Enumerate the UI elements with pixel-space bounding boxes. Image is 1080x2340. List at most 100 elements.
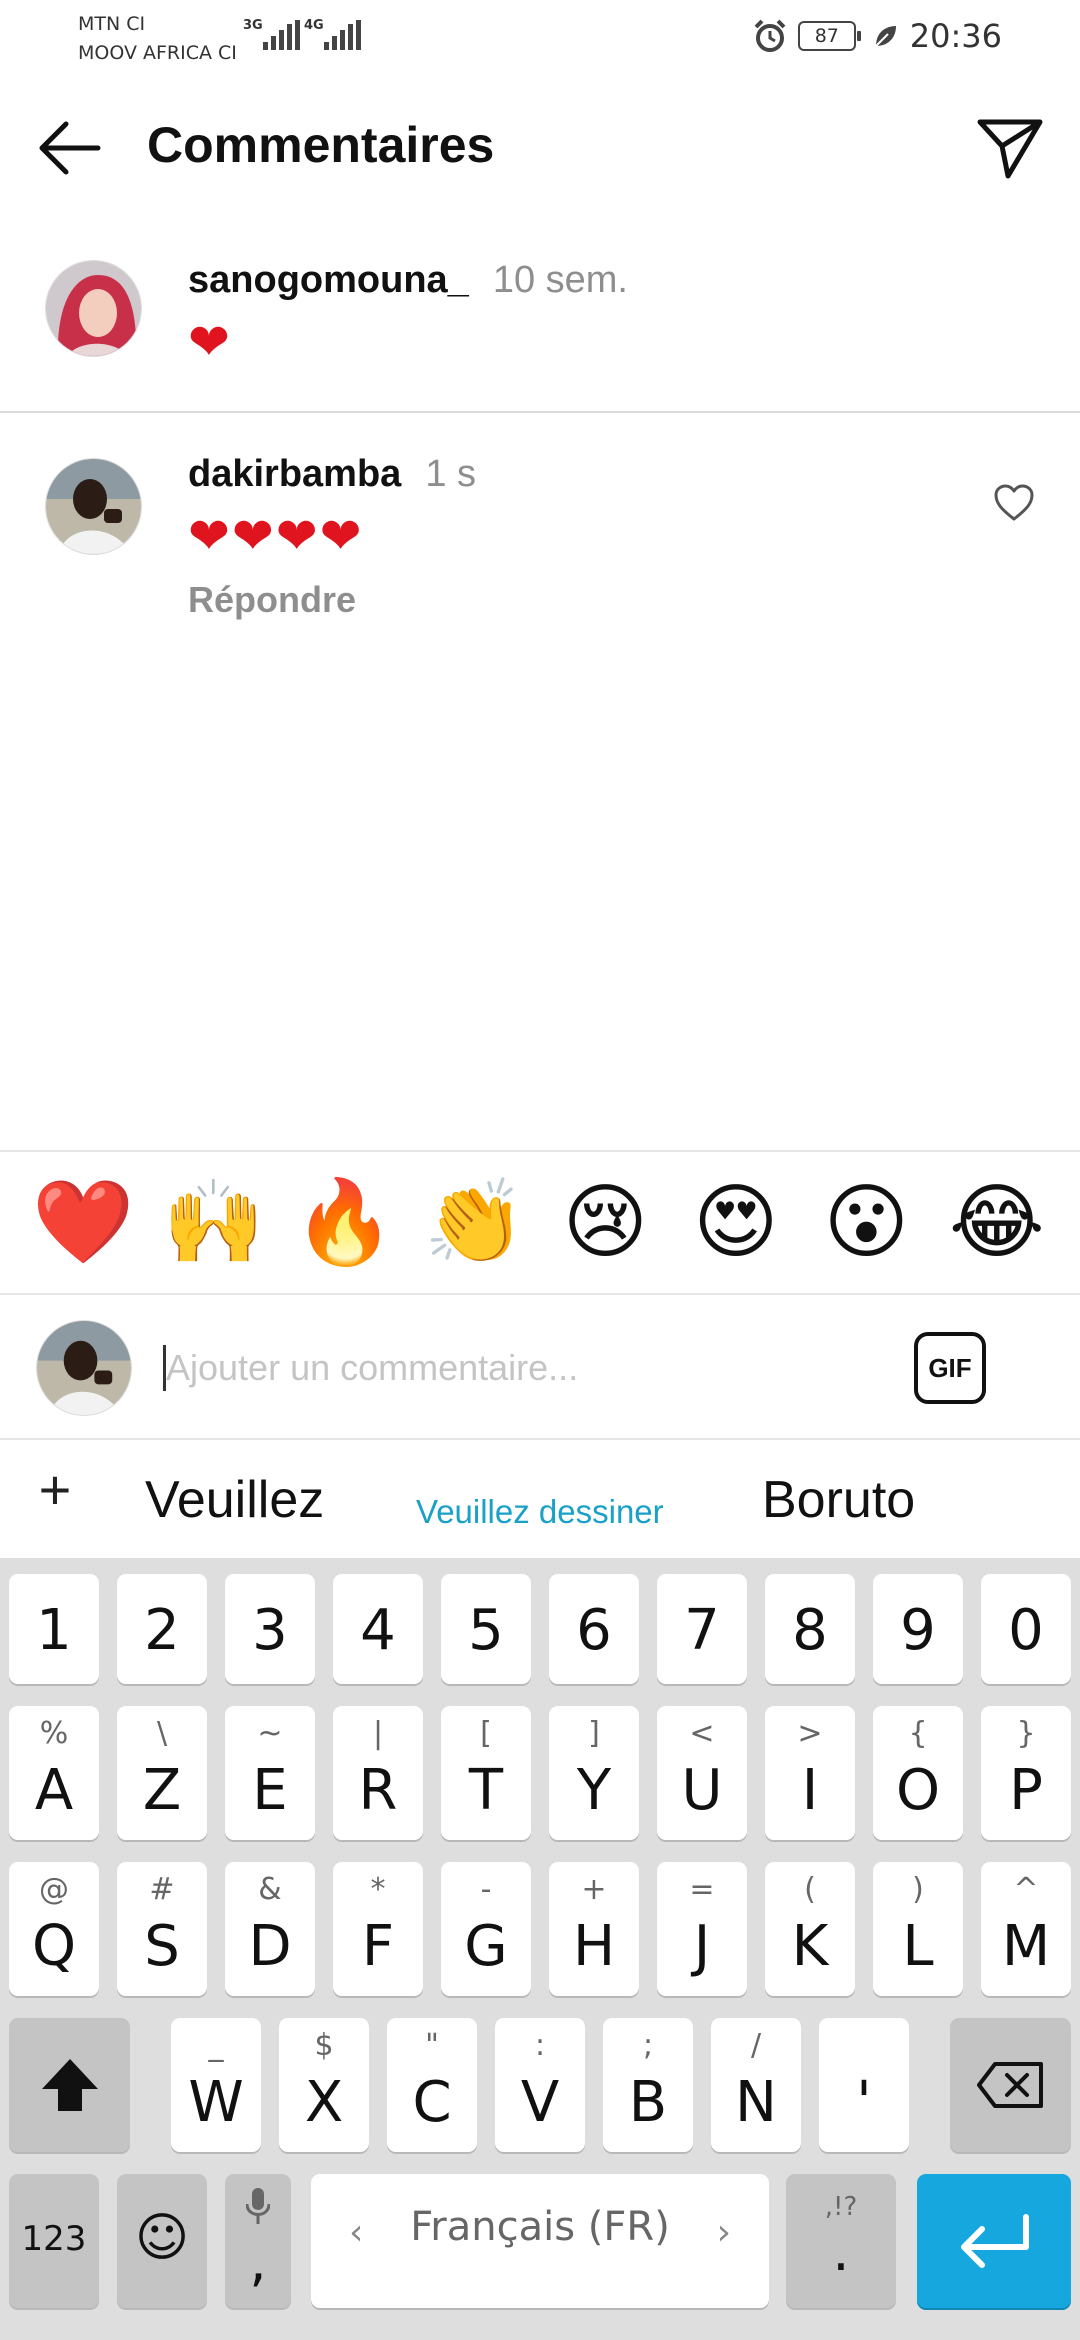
emoji-fire[interactable]: 🔥	[284, 1173, 404, 1273]
key-n[interactable]: / N	[711, 2018, 801, 2152]
key-sub: )	[912, 1872, 924, 1907]
space-key[interactable]: ‹ Français (FR) ›	[311, 2174, 769, 2308]
battery-indicator: 87	[797, 21, 861, 51]
key-q[interactable]: @ Q	[9, 1862, 99, 1996]
comma-key[interactable]: ,	[225, 2174, 291, 2308]
key-s[interactable]: # S	[117, 1862, 207, 1996]
key-x[interactable]: $ X	[279, 2018, 369, 2152]
emoji-crying[interactable]: 😢	[545, 1173, 665, 1273]
key-j[interactable]: = J	[657, 1862, 747, 1996]
key-u[interactable]: < U	[657, 1706, 747, 1840]
key-1[interactable]: 1	[9, 1574, 99, 1684]
key-3[interactable]: 3	[225, 1574, 315, 1684]
key-e[interactable]: ~ E	[225, 1706, 315, 1840]
key-label: 8	[792, 1598, 828, 1663]
send-icon[interactable]	[974, 112, 1046, 184]
emoji-raising-hands[interactable]: 🙌	[154, 1173, 274, 1273]
emoji-clapping[interactable]: 👏	[415, 1173, 535, 1273]
suggestion-item[interactable]: Veuillez dessiner	[416, 1482, 664, 1542]
emoji-surprised[interactable]: 😮	[806, 1173, 926, 1273]
enter-icon	[961, 2214, 1029, 2268]
heart-outline-icon[interactable]	[993, 483, 1035, 523]
suggestion-item[interactable]: Boruto	[762, 1470, 915, 1530]
key-label: A	[34, 1758, 74, 1823]
emoji-heart[interactable]: ❤️	[23, 1173, 143, 1273]
key-8[interactable]: 8	[765, 1574, 855, 1684]
comment-text: ❤	[188, 314, 232, 370]
comment-composer: GIF	[0, 1295, 1080, 1440]
key-d[interactable]: & D	[225, 1862, 315, 1996]
key-r[interactable]: | R	[333, 1706, 423, 1840]
key-v[interactable]: :V	[495, 2018, 585, 2152]
key-apostrophe[interactable]: '	[819, 2018, 909, 2152]
key-label: 3	[252, 1598, 288, 1663]
key-label: P	[1009, 1758, 1043, 1823]
reply-button[interactable]: Répondre	[188, 579, 356, 621]
key-m[interactable]: ^ M	[981, 1862, 1071, 1996]
key-b[interactable]: ; B	[603, 2018, 693, 2152]
enter-key[interactable]	[917, 2174, 1071, 2308]
username[interactable]: dakirbamba	[188, 453, 401, 495]
emoji-heart-eyes[interactable]: 😍	[676, 1173, 796, 1273]
comment-input[interactable]	[166, 1337, 866, 1399]
key-g[interactable]: -G	[441, 1862, 531, 1996]
plus-icon[interactable]: +	[30, 1462, 80, 1518]
key-label: 0	[1008, 1598, 1044, 1663]
key-5[interactable]: 5	[441, 1574, 531, 1684]
key-h[interactable]: + H	[549, 1862, 639, 1996]
key-o[interactable]: {O	[873, 1706, 963, 1840]
gif-button[interactable]: GIF	[914, 1332, 986, 1404]
backspace-key[interactable]	[950, 2018, 1071, 2152]
key-sub: ^	[1013, 1872, 1039, 1907]
key-9[interactable]: 9	[873, 1574, 963, 1684]
emoji-quick-bar: ❤️ 🙌 🔥 👏 😢 😍 😮 😂	[0, 1150, 1080, 1295]
key-sub: -	[480, 1872, 492, 1907]
signal-bars-icon	[263, 20, 300, 50]
key-0[interactable]: 0	[981, 1574, 1071, 1684]
key-4[interactable]: 4	[333, 1574, 423, 1684]
key-label: ,	[249, 2230, 267, 2293]
key-7[interactable]: 7	[657, 1574, 747, 1684]
key-sub: &	[258, 1872, 282, 1907]
key-label: C	[412, 2070, 452, 2135]
key-z[interactable]: \ Z	[117, 1706, 207, 1840]
status-right: 87 20:36	[752, 16, 1002, 56]
avatar[interactable]	[45, 260, 142, 357]
shift-key[interactable]	[9, 2018, 130, 2152]
key-label: X	[304, 2070, 344, 2135]
emoji-key[interactable]: ☺	[117, 2174, 207, 2308]
key-label: S	[144, 1914, 180, 1979]
key-c[interactable]: " C	[387, 2018, 477, 2152]
key-a[interactable]: % A	[9, 1706, 99, 1840]
key-t[interactable]: [T	[441, 1706, 531, 1840]
comment-author[interactable]: dakirbamba 1 s	[188, 453, 476, 496]
period-key[interactable]: ,!? .	[786, 2174, 896, 2308]
key-sub: {	[908, 1716, 928, 1751]
key-w[interactable]: _ W	[171, 2018, 261, 2152]
avatar[interactable]	[45, 458, 142, 555]
key-sub: ;	[642, 2028, 654, 2063]
key-f[interactable]: * F	[333, 1862, 423, 1996]
key-label: .	[832, 2220, 850, 2283]
back-arrow-icon[interactable]	[34, 112, 106, 184]
key-l[interactable]: ) L	[873, 1862, 963, 1996]
comment-author[interactable]: sanogomouna_ 10 sem.	[188, 259, 628, 302]
key-p[interactable]: } P	[981, 1706, 1071, 1840]
smiley-icon: ☺	[134, 2208, 190, 2268]
emoji-laughing[interactable]: 😂	[937, 1173, 1057, 1273]
key-i[interactable]: > I	[765, 1706, 855, 1840]
key-k[interactable]: (K	[765, 1862, 855, 1996]
numbers-key[interactable]: 123	[9, 2174, 99, 2308]
key-label: R	[358, 1758, 398, 1823]
suggestion-item[interactable]: Veuillez	[145, 1470, 324, 1530]
key-y[interactable]: ] Y	[549, 1706, 639, 1840]
key-6[interactable]: 6	[549, 1574, 639, 1684]
username[interactable]: sanogomouna_	[188, 259, 469, 301]
key-label: V	[520, 2070, 560, 2135]
key-label: O	[895, 1758, 941, 1823]
comment-time: 1 s	[425, 453, 477, 495]
key-label: N	[735, 2070, 777, 2135]
key-2[interactable]: 2	[117, 1574, 207, 1684]
network-3g-label: 3G	[243, 18, 263, 33]
key-label: 1	[36, 1598, 72, 1663]
